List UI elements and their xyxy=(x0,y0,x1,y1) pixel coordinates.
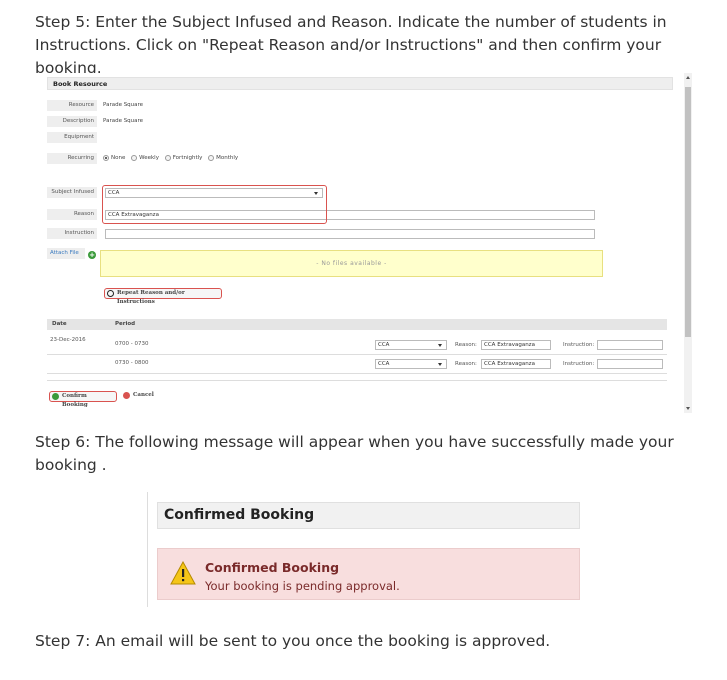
highlight-box-subject-reason xyxy=(102,185,327,224)
plus-icon[interactable]: + xyxy=(88,251,96,259)
step-6-text: Step 6: The following message will appea… xyxy=(35,433,674,474)
step-7-text: Step 7: An email will be sent to you onc… xyxy=(35,632,551,650)
radio-fortnightly[interactable] xyxy=(164,154,171,161)
book-resource-screenshot: Book Resource Resource Parade Square Des… xyxy=(45,73,685,413)
reason-label: Reason xyxy=(47,209,97,220)
recurring-label: Recurring xyxy=(47,153,97,164)
resource-value: Parade Square xyxy=(103,102,144,108)
description-label: Description xyxy=(47,116,97,127)
panel-title: Book Resource xyxy=(47,77,673,90)
subject-label: Subject Infused xyxy=(47,187,97,198)
confirmed-booking-title: Confirmed Booking xyxy=(157,502,580,529)
row-instruction-input[interactable] xyxy=(597,340,663,350)
equipment-label: Equipment xyxy=(47,132,97,143)
row-subject-select[interactable]: CCA xyxy=(375,359,447,369)
scroll-down-icon[interactable] xyxy=(686,407,690,410)
refresh-icon xyxy=(107,290,114,297)
attach-file-label[interactable]: Attach File xyxy=(47,248,85,259)
recurring-options: None Weekly Fortnightly Monthly xyxy=(99,153,238,164)
row-reason-label: Reason: xyxy=(455,361,477,367)
radio-monthly-label: Monthly xyxy=(216,155,239,161)
row-subject-value: CCA xyxy=(378,342,390,348)
radio-monthly[interactable] xyxy=(208,154,215,161)
check-icon xyxy=(52,393,59,400)
confirm-booking-label: Confirm Booking xyxy=(62,393,88,408)
row-reason-input[interactable]: CCA Extravaganza xyxy=(481,340,551,350)
resource-label: Resource xyxy=(47,100,97,111)
row-reason-input[interactable]: CCA Extravaganza xyxy=(481,359,551,369)
alert-title: Confirmed Booking xyxy=(205,560,340,575)
period-header: Period xyxy=(115,321,136,327)
resource-row: Resource Parade Square xyxy=(47,100,673,113)
radio-weekly[interactable] xyxy=(131,154,138,161)
row-instruction-label: Instruction: xyxy=(563,361,595,367)
description-row: Description Parade Square xyxy=(47,116,673,129)
repeat-reason-button[interactable]: Repeat Reason and/or Instructions xyxy=(104,288,222,305)
confirmed-booking-screenshot: Confirmed Booking Confirmed Booking Your… xyxy=(147,492,580,607)
radio-fortnightly-label: Fortnightly xyxy=(172,155,203,161)
radio-none-label: None xyxy=(111,155,126,161)
description-value: Parade Square xyxy=(103,118,144,124)
confirmed-booking-alert: Confirmed Booking Your booking is pendin… xyxy=(157,548,580,600)
instruction-row: Instruction xyxy=(47,228,673,241)
no-files-box: - No files available - xyxy=(100,250,603,277)
row-reason-label: Reason: xyxy=(455,342,477,348)
row-instruction-input[interactable] xyxy=(597,359,663,369)
date-header: Date xyxy=(52,321,67,327)
grid-divider xyxy=(47,380,667,381)
repeat-reason-label: Repeat Reason and/or Instructions xyxy=(117,290,185,305)
cancel-label: Cancel xyxy=(133,392,154,398)
row-subject-value: CCA xyxy=(378,361,390,367)
booking-grid-header: Date Period xyxy=(47,319,667,330)
alert-message: Your booking is pending approval. xyxy=(205,579,400,593)
row-period: 0730 - 0800 xyxy=(115,360,149,366)
scrollbar[interactable] xyxy=(684,73,692,413)
scroll-up-icon[interactable] xyxy=(686,76,690,79)
grid-divider xyxy=(47,373,667,374)
scroll-thumb[interactable] xyxy=(685,87,691,337)
row-period: 0700 - 0730 xyxy=(115,341,149,347)
warning-icon xyxy=(170,561,196,585)
recurring-row: Recurring None Weekly Fortnightly Monthl… xyxy=(47,153,673,166)
confirm-booking-button[interactable]: Confirm Booking xyxy=(49,391,117,408)
cancel-button[interactable]: Cancel xyxy=(121,391,157,402)
equipment-row: Equipment xyxy=(47,132,673,145)
chevron-down-icon xyxy=(438,344,442,347)
step-5-text: Step 5: Enter the Subject Infused and Re… xyxy=(35,13,667,77)
instruction-label: Instruction xyxy=(47,228,97,239)
radio-weekly-label: Weekly xyxy=(139,155,159,161)
radio-none[interactable] xyxy=(103,154,109,161)
row-date: 23-Dec-2016 xyxy=(50,337,86,343)
instruction-input[interactable] xyxy=(105,229,595,239)
chevron-down-icon xyxy=(438,363,442,366)
grid-divider xyxy=(47,354,667,355)
row-subject-select[interactable]: CCA xyxy=(375,340,447,350)
cancel-icon xyxy=(123,392,130,399)
row-instruction-label: Instruction: xyxy=(563,342,595,348)
